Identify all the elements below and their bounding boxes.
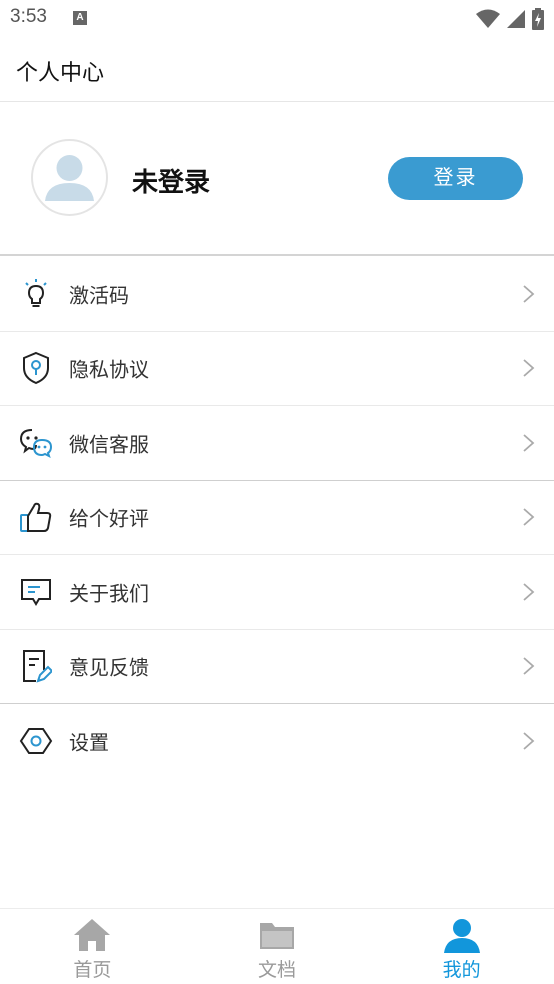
wechat-icon <box>17 424 55 462</box>
menu-item-label: 微信客服 <box>69 432 149 457</box>
menu-item-settings[interactable]: 设置 <box>0 704 554 779</box>
chevron-right-icon <box>523 732 535 750</box>
tab-label: 我的 <box>442 959 481 981</box>
bottom-nav: 首页 文档 我的 <box>0 908 554 984</box>
login-button[interactable]: 登录 <box>388 157 523 200</box>
wifi-icon <box>476 9 500 28</box>
menu-item-label: 激活码 <box>69 283 129 308</box>
menu-item-label: 给个好评 <box>69 506 149 531</box>
tab-mine[interactable]: 我的 <box>369 909 554 984</box>
lightbulb-icon <box>17 275 55 313</box>
tab-label: 文档 <box>258 959 297 981</box>
menu-item-label: 设置 <box>69 730 109 755</box>
signal-icon <box>507 10 525 28</box>
notification-badge-icon: A <box>73 11 87 25</box>
menu-item-label: 意见反馈 <box>69 655 149 680</box>
avatar-placeholder-icon <box>45 155 94 201</box>
page-title: 个人中心 <box>16 61 105 86</box>
feedback-icon <box>17 647 55 685</box>
profile-section: 未登录 登录 <box>0 102 554 256</box>
tab-label: 首页 <box>73 959 112 981</box>
chevron-right-icon <box>523 583 535 601</box>
shield-icon <box>17 349 55 387</box>
chevron-right-icon <box>523 657 535 675</box>
menu-item-label: 隐私协议 <box>69 357 149 382</box>
settings-icon <box>17 722 55 760</box>
battery-icon <box>532 8 544 30</box>
menu-item-activation-code[interactable]: 激活码 <box>0 257 554 332</box>
chevron-right-icon <box>523 508 535 526</box>
tab-home[interactable]: 首页 <box>0 909 185 984</box>
message-icon <box>17 573 55 611</box>
chevron-right-icon <box>523 285 535 303</box>
menu-item-privacy-policy[interactable]: 隐私协议 <box>0 332 554 406</box>
menu-item-feedback[interactable]: 意见反馈 <box>0 630 554 704</box>
header: 个人中心 <box>0 38 554 102</box>
avatar[interactable] <box>31 139 108 216</box>
folder-icon <box>260 923 294 949</box>
menu-list: 激活码 隐私协议 微信客服 给个好评 关于我们 意见反馈 设置 <box>0 257 554 779</box>
user-icon <box>443 919 480 953</box>
status-icons <box>476 8 544 30</box>
status-time: 3:53 <box>10 6 47 27</box>
menu-item-rate-app[interactable]: 给个好评 <box>0 481 554 555</box>
thumbs-up-icon <box>17 498 55 536</box>
home-icon <box>74 919 111 951</box>
chevron-right-icon <box>523 434 535 452</box>
menu-item-label: 关于我们 <box>69 581 149 606</box>
chevron-right-icon <box>523 359 535 377</box>
tab-documents[interactable]: 文档 <box>185 909 370 984</box>
status-bar: 3:53 A <box>0 0 554 38</box>
menu-item-wechat-service[interactable]: 微信客服 <box>0 406 554 481</box>
menu-item-about-us[interactable]: 关于我们 <box>0 555 554 630</box>
login-status-text: 未登录 <box>132 168 211 198</box>
